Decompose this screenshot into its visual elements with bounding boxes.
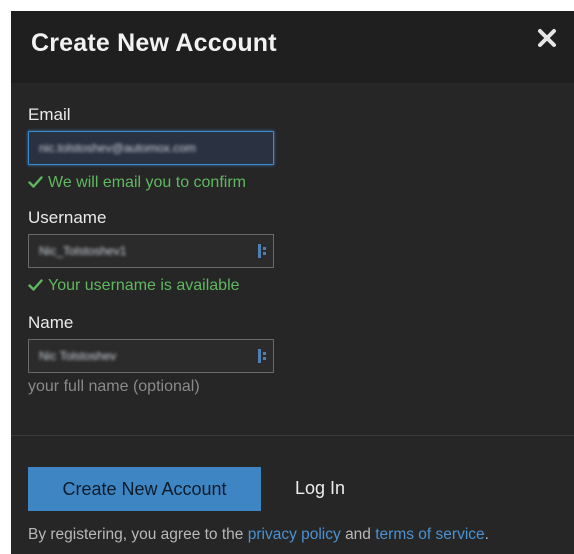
terms-of-service-link[interactable]: terms of service: [375, 526, 484, 543]
username-field[interactable]: Nic_Tolstoshev1: [28, 234, 274, 268]
email-confirm-hint: We will email you to confirm: [28, 174, 246, 192]
name-value: Nic Tolstoshev: [39, 349, 117, 363]
login-link[interactable]: Log In: [295, 478, 345, 499]
privacy-policy-link[interactable]: privacy policy: [248, 526, 341, 543]
name-field[interactable]: Nic Tolstoshev: [28, 339, 274, 373]
username-value: Nic_Tolstoshev1: [39, 244, 127, 258]
create-account-button[interactable]: Create New Account: [28, 467, 261, 511]
password-manager-icon[interactable]: [257, 348, 267, 364]
name-label: Name: [28, 313, 74, 332]
password-manager-icon[interactable]: [257, 243, 267, 259]
check-icon: [28, 279, 43, 291]
email-value: nic.tolstoshev@automox.com: [39, 141, 196, 155]
legal-conjunction: and: [345, 526, 371, 543]
email-label: Email: [28, 105, 71, 124]
dialog-title: Create New Account: [31, 29, 277, 57]
username-label: Username: [28, 208, 107, 227]
username-available-hint: Your username is available: [28, 277, 240, 295]
check-icon: [28, 176, 43, 188]
email-field[interactable]: nic.tolstoshev@automox.com: [28, 131, 274, 165]
legal-suffix: .: [484, 526, 489, 543]
email-hint-text: We will email you to confirm: [48, 174, 246, 191]
dialog-header: Create New Account: [11, 11, 574, 83]
legal-notice: By registering, you agree to the privacy…: [28, 526, 489, 544]
legal-prefix: By registering, you agree to the: [28, 526, 244, 543]
create-account-dialog: Create New Account Email nic.tolstoshev@…: [11, 11, 574, 554]
username-hint-text: Your username is available: [48, 277, 240, 294]
close-icon[interactable]: [534, 25, 560, 51]
name-optional-hint: your full name (optional): [28, 378, 200, 395]
footer-divider: [11, 435, 574, 436]
